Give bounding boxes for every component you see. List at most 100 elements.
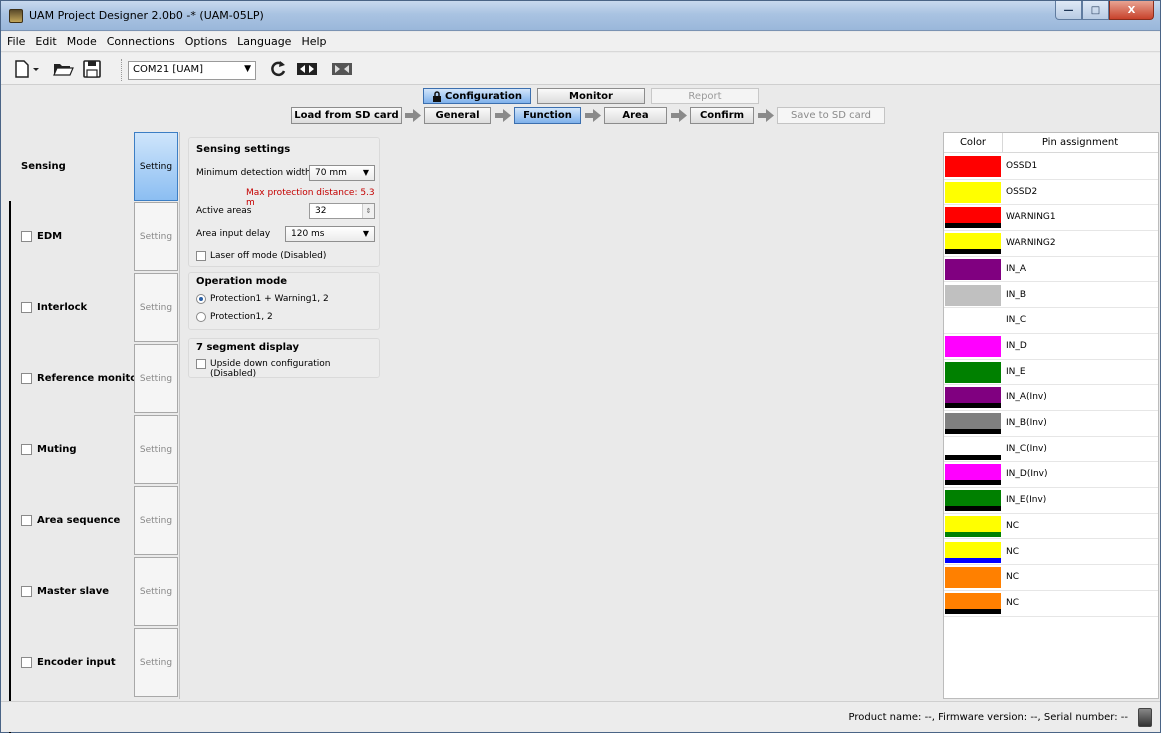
color-swatch bbox=[945, 438, 1001, 460]
color-swatch bbox=[945, 335, 1001, 357]
step-area[interactable]: Area bbox=[604, 107, 667, 124]
step-save-sd[interactable]: Save to SD card bbox=[777, 107, 885, 124]
muting-checkbox[interactable] bbox=[21, 444, 32, 455]
color-swatch bbox=[945, 464, 1001, 486]
pin-name: IN_B(Inv) bbox=[1006, 418, 1047, 428]
connect-icon[interactable] bbox=[296, 59, 318, 79]
menu-connections[interactable]: Connections bbox=[107, 35, 175, 48]
setting-button-sensing[interactable]: Setting bbox=[134, 132, 178, 201]
maximize-button[interactable]: □ bbox=[1082, 1, 1109, 20]
step-general-label: General bbox=[435, 110, 480, 121]
step-function-label: Function bbox=[523, 110, 572, 121]
minimize-button[interactable]: — bbox=[1055, 1, 1082, 20]
spinner-arrows-icon[interactable]: ⇕ bbox=[362, 204, 374, 218]
pin-name: NC bbox=[1006, 520, 1020, 531]
laser-off-checkbox[interactable] bbox=[196, 251, 206, 261]
open-folder-icon[interactable] bbox=[52, 59, 74, 79]
setting-button-master-slave[interactable]: Setting bbox=[134, 557, 178, 626]
active-areas-value: 32 bbox=[315, 206, 327, 216]
tab-monitor[interactable]: Monitor bbox=[537, 88, 645, 104]
color-stripe bbox=[945, 429, 1001, 434]
function-label-text: Encoder input bbox=[37, 657, 116, 668]
setting-button-edm[interactable]: Setting bbox=[134, 202, 178, 271]
edm-checkbox[interactable] bbox=[21, 231, 32, 242]
menu-language[interactable]: Language bbox=[237, 35, 291, 48]
color-swatch bbox=[945, 207, 1001, 229]
min-width-dropdown[interactable]: 70 mm ▼ bbox=[309, 165, 375, 181]
sensing-settings-group: Sensing settings Minimum detection width… bbox=[188, 137, 380, 267]
function-muting-label: Muting bbox=[21, 444, 77, 455]
function-muting: Muting Setting bbox=[13, 415, 178, 485]
tab-report[interactable]: Report bbox=[651, 88, 759, 104]
port-select[interactable]: COM21 [UAM] ▼ bbox=[128, 61, 256, 80]
function-master-slave: Master slave Setting bbox=[13, 557, 178, 627]
left-border bbox=[9, 201, 11, 733]
arrow-right-icon bbox=[758, 109, 774, 122]
reference-monitor-checkbox[interactable] bbox=[21, 373, 32, 384]
title-bar[interactable]: UAM Project Designer 2.0b0 -* (UAM-05LP)… bbox=[1, 1, 1160, 31]
setting-button-interlock[interactable]: Setting bbox=[134, 273, 178, 342]
toolbar-separator bbox=[121, 59, 123, 81]
pin-name: IN_E bbox=[1006, 366, 1026, 377]
new-dropdown-icon[interactable] bbox=[31, 59, 41, 79]
master-slave-checkbox[interactable] bbox=[21, 586, 32, 597]
function-label-text: Area sequence bbox=[37, 515, 121, 526]
upside-down-checkbox[interactable] bbox=[196, 359, 206, 369]
interlock-checkbox[interactable] bbox=[21, 302, 32, 313]
pin-row: IN_D(Inv) bbox=[944, 462, 1158, 489]
step-confirm[interactable]: Confirm bbox=[690, 107, 754, 124]
setting-button-encoder-input[interactable]: Setting bbox=[134, 628, 178, 697]
refresh-icon[interactable] bbox=[267, 59, 289, 79]
color-stripe bbox=[945, 557, 1001, 563]
color-swatch bbox=[945, 361, 1001, 383]
operation-option1-radio[interactable] bbox=[196, 294, 206, 304]
menu-help[interactable]: Help bbox=[301, 35, 326, 48]
function-sensing: Sensing Setting bbox=[13, 132, 178, 202]
function-label-text: Reference monitor bbox=[37, 373, 143, 384]
setting-button-muting[interactable]: Setting bbox=[134, 415, 178, 484]
function-master-slave-label: Master slave bbox=[21, 586, 109, 597]
step-load-sd[interactable]: Load from SD card bbox=[291, 107, 402, 124]
step-load-sd-label: Load from SD card bbox=[294, 110, 399, 121]
color-column-header: Color bbox=[959, 137, 987, 148]
pin-name: IN_A bbox=[1006, 263, 1027, 274]
operation-option1-label: Protection1 + Warning1, 2 bbox=[210, 294, 329, 304]
color-swatch bbox=[945, 515, 1001, 537]
pin-row: WARNING1 bbox=[944, 205, 1158, 232]
function-list: Sensing Setting EDM Setting Interlock Se… bbox=[13, 132, 178, 699]
new-file-icon[interactable] bbox=[11, 59, 33, 79]
color-swatch bbox=[945, 490, 1001, 512]
pin-row: IN_E bbox=[944, 360, 1158, 386]
menu-file[interactable]: File bbox=[7, 35, 25, 48]
input-delay-dropdown[interactable]: 120 ms ▼ bbox=[285, 226, 375, 242]
setting-button-reference-monitor[interactable]: Setting bbox=[134, 344, 178, 413]
device-info: Product name: --, Firmware version: --, … bbox=[848, 712, 1128, 723]
active-areas-stepper[interactable]: 32 ⇕ bbox=[309, 203, 375, 219]
color-swatch bbox=[945, 181, 1001, 203]
color-swatch bbox=[945, 258, 1001, 280]
area-sequence-checkbox[interactable] bbox=[21, 515, 32, 526]
function-area-sequence-label: Area sequence bbox=[21, 515, 120, 526]
close-button[interactable]: X bbox=[1109, 1, 1154, 20]
menu-edit[interactable]: Edit bbox=[35, 35, 56, 48]
tab-configuration[interactable]: Configuration bbox=[423, 88, 531, 104]
menu-mode[interactable]: Mode bbox=[67, 35, 97, 48]
arrow-right-icon bbox=[585, 109, 601, 122]
setting-button-area-sequence[interactable]: Setting bbox=[134, 486, 178, 555]
operation-option2-radio[interactable] bbox=[196, 312, 206, 322]
pin-name: IN_C bbox=[1006, 315, 1027, 326]
operation-mode-title: Operation mode bbox=[196, 276, 288, 287]
pin-row: IN_C(Inv) bbox=[944, 437, 1158, 463]
save-icon[interactable] bbox=[81, 59, 103, 79]
step-area-label: Area bbox=[622, 110, 649, 121]
function-label-text: Interlock bbox=[37, 302, 88, 313]
device-icon bbox=[1138, 708, 1152, 727]
step-function[interactable]: Function bbox=[514, 107, 581, 124]
step-general[interactable]: General bbox=[424, 107, 491, 124]
pin-row: NC bbox=[944, 591, 1158, 617]
pin-row: IN_D bbox=[944, 334, 1158, 360]
color-stripe bbox=[945, 480, 1001, 486]
menu-options[interactable]: Options bbox=[185, 35, 227, 48]
disconnect-icon[interactable] bbox=[331, 59, 353, 79]
encoder-input-checkbox[interactable] bbox=[21, 657, 32, 668]
